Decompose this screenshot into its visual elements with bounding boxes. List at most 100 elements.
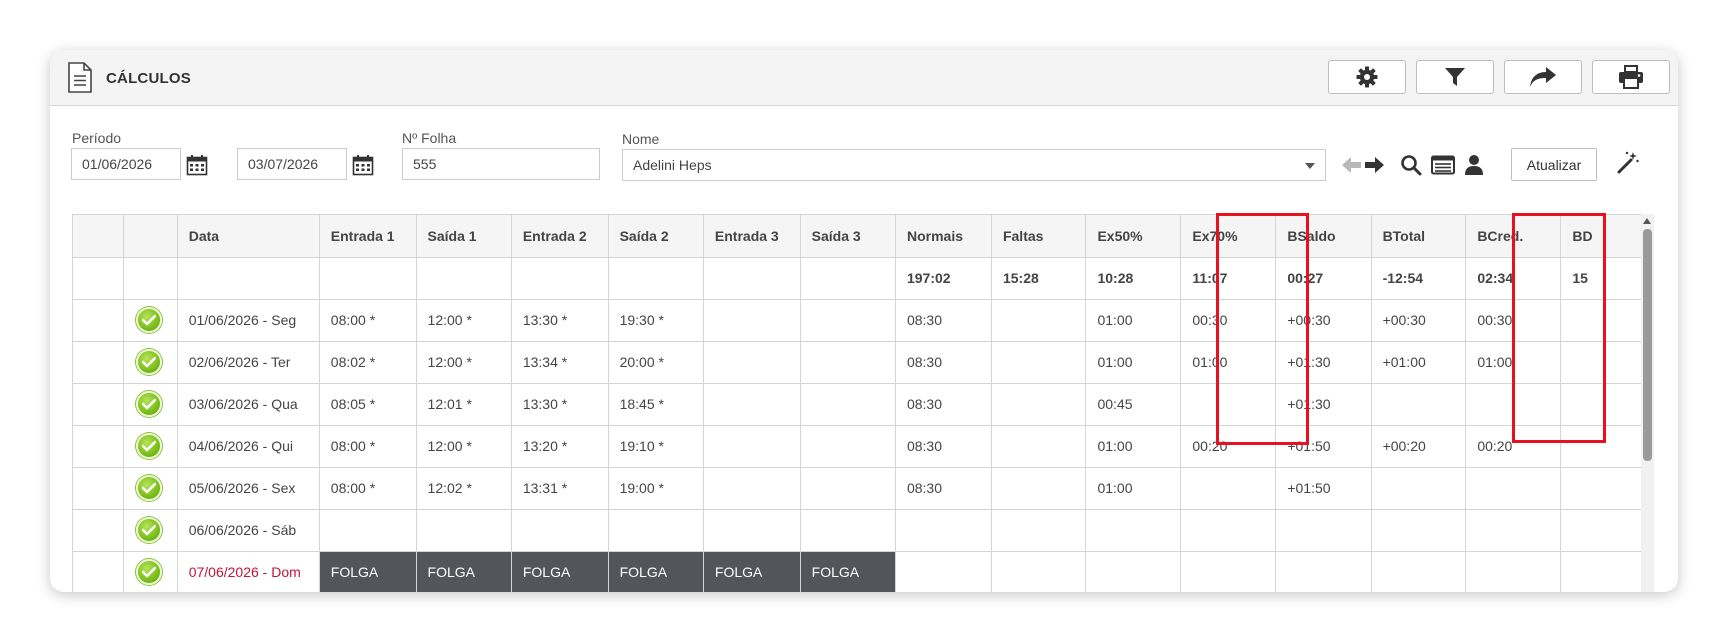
row-selector-cell[interactable] <box>73 341 125 384</box>
time-cell[interactable]: FOLGA <box>800 551 896 592</box>
scroll-thumb[interactable] <box>1643 229 1652 461</box>
time-cell[interactable] <box>319 509 417 552</box>
employee-button[interactable] <box>1463 153 1485 177</box>
column-header[interactable]: Normais <box>895 215 992 258</box>
row-selector-cell[interactable] <box>73 551 125 592</box>
time-cell[interactable]: FOLGA <box>416 551 512 592</box>
table-row[interactable]: 01/06/2026 - Seg 08:00 * 12:00 * 13:30 * 19:… <box>73 299 1654 342</box>
scroll-up-icon[interactable] <box>1643 218 1651 224</box>
column-header[interactable]: Saída 1 <box>416 215 512 258</box>
column-header[interactable]: Ex50% <box>1085 215 1182 258</box>
column-header[interactable]: BSaldo <box>1275 215 1372 258</box>
magic-wand-button[interactable] <box>1615 150 1641 176</box>
table-row[interactable]: 02/06/2026 - Ter 08:02 * 12:00 * 13:34 * 20:… <box>73 341 1654 384</box>
column-header[interactable] <box>123 215 178 258</box>
folha-input[interactable]: 555 <box>402 148 600 180</box>
time-cell[interactable] <box>511 509 609 552</box>
calendar-icon[interactable] <box>352 154 374 176</box>
time-cell[interactable] <box>800 383 896 426</box>
time-cell[interactable]: 12:00 * <box>416 341 512 384</box>
time-cell[interactable] <box>703 509 801 552</box>
time-cell[interactable]: 19:30 * <box>608 299 704 342</box>
row-selector-cell[interactable] <box>73 509 125 552</box>
column-header[interactable] <box>73 215 125 258</box>
filter-button[interactable] <box>1416 60 1494 94</box>
column-header[interactable]: Ex70% <box>1180 215 1277 258</box>
time-cell[interactable]: 13:31 * <box>511 467 609 510</box>
time-cell[interactable]: 12:00 * <box>416 425 512 468</box>
column-header[interactable]: BCred. <box>1465 215 1562 258</box>
time-cell[interactable] <box>800 299 896 342</box>
table-row[interactable]: 04/06/2026 - Qui 08:00 * 12:00 * 13:20 * 19:… <box>73 425 1654 468</box>
calendar-icon[interactable] <box>186 154 208 176</box>
time-cell[interactable]: 12:00 * <box>416 299 512 342</box>
time-cell[interactable]: 12:02 * <box>416 467 512 510</box>
time-cell[interactable] <box>703 467 801 510</box>
time-cell[interactable] <box>703 299 801 342</box>
prev-next-employee-button[interactable] <box>1340 154 1386 176</box>
share-button[interactable] <box>1504 60 1582 94</box>
column-header[interactable]: Entrada 1 <box>319 215 417 258</box>
search-button[interactable] <box>1399 154 1423 176</box>
time-cell <box>1275 509 1372 552</box>
time-cell[interactable] <box>800 467 896 510</box>
table-row[interactable]: 05/06/2026 - Sex 08:00 * 12:02 * 13:31 * 19:… <box>73 467 1654 510</box>
time-cell[interactable]: 08:00 * <box>319 299 417 342</box>
time-cell[interactable]: FOLGA <box>319 551 417 592</box>
table-row[interactable]: 03/06/2026 - Qua 08:05 * 12:01 * 13:30 * 18:… <box>73 383 1654 426</box>
time-cell[interactable]: 08:05 * <box>319 383 417 426</box>
print-button[interactable] <box>1592 60 1670 94</box>
time-cell <box>1180 509 1277 552</box>
time-cell[interactable] <box>416 509 512 552</box>
time-cell[interactable]: 13:30 * <box>511 299 609 342</box>
column-header[interactable]: BD <box>1560 215 1654 258</box>
time-cell[interactable]: 12:01 * <box>416 383 512 426</box>
time-cell[interactable]: 13:30 * <box>511 383 609 426</box>
check-circle-icon <box>136 391 163 417</box>
time-cell[interactable]: FOLGA <box>608 551 704 592</box>
column-header[interactable]: Saída 3 <box>800 215 896 258</box>
row-selector-cell[interactable] <box>73 299 125 342</box>
list-view-button[interactable] <box>1430 154 1456 176</box>
column-header[interactable]: Entrada 2 <box>511 215 609 258</box>
nome-select[interactable]: Adelini Heps <box>622 149 1326 181</box>
time-cell: 01:00 <box>1085 299 1182 342</box>
settings-button[interactable] <box>1328 60 1406 94</box>
time-cell: 08:30 <box>895 425 992 468</box>
time-cell[interactable]: FOLGA <box>511 551 609 592</box>
column-header[interactable]: BTotal <box>1371 215 1467 258</box>
time-cell[interactable] <box>703 383 801 426</box>
time-cell[interactable] <box>703 425 801 468</box>
row-selector-cell[interactable] <box>73 383 125 426</box>
time-cell[interactable]: 18:45 * <box>608 383 704 426</box>
column-header[interactable]: Saída 2 <box>608 215 704 258</box>
column-header[interactable]: Entrada 3 <box>703 215 801 258</box>
time-cell[interactable]: FOLGA <box>703 551 801 592</box>
table-row[interactable]: 06/06/2026 - Sáb <box>73 509 1654 552</box>
atualizar-button[interactable]: Atualizar <box>1511 148 1597 181</box>
column-header[interactable]: Faltas <box>991 215 1087 258</box>
check-circle-icon <box>136 559 163 585</box>
column-header[interactable]: Data <box>177 215 320 258</box>
vertical-scrollbar[interactable] <box>1641 214 1654 592</box>
time-cell[interactable]: 20:00 * <box>608 341 704 384</box>
row-selector-cell[interactable] <box>73 467 125 510</box>
time-cell[interactable] <box>800 509 896 552</box>
total-cell <box>800 257 896 300</box>
periodo-start-input[interactable]: 01/06/2026 <box>71 148 181 180</box>
time-cell <box>1180 383 1277 426</box>
time-cell[interactable]: 13:34 * <box>511 341 609 384</box>
time-cell[interactable]: 19:10 * <box>608 425 704 468</box>
time-cell[interactable]: 08:02 * <box>319 341 417 384</box>
row-selector-cell[interactable] <box>73 425 125 468</box>
time-cell[interactable] <box>800 341 896 384</box>
time-cell[interactable]: 08:00 * <box>319 467 417 510</box>
table-row[interactable]: 07/06/2026 - Dom FOLGA FOLGA FOLGA FOLGA FOLG… <box>73 551 1654 592</box>
time-cell[interactable] <box>800 425 896 468</box>
periodo-end-input[interactable]: 03/07/2026 <box>237 148 347 180</box>
time-cell[interactable]: 19:00 * <box>608 467 704 510</box>
time-cell[interactable]: 13:20 * <box>511 425 609 468</box>
time-cell[interactable] <box>703 341 801 384</box>
time-cell[interactable]: 08:00 * <box>319 425 417 468</box>
time-cell[interactable] <box>608 509 704 552</box>
